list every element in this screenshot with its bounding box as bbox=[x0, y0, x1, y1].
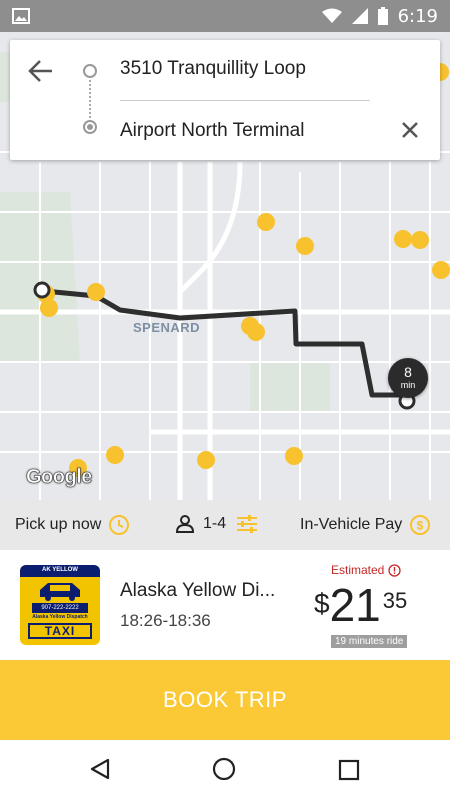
system-nav-bar bbox=[0, 740, 450, 800]
logo-top-text: AK YELLOW bbox=[42, 567, 78, 573]
close-icon[interactable] bbox=[398, 118, 422, 142]
info-icon bbox=[388, 563, 402, 577]
estimated-text: Estimated bbox=[331, 563, 385, 577]
price-cents: 35 bbox=[382, 588, 408, 613]
passenger-count: 1-4 bbox=[203, 515, 227, 532]
estimated-label[interactable]: Estimated bbox=[331, 563, 402, 577]
logo-phone: 907-222-2222 bbox=[32, 603, 88, 613]
google-attribution: Google bbox=[26, 466, 93, 489]
origin-dot-icon bbox=[83, 64, 97, 78]
status-time: 6:19 bbox=[397, 5, 438, 27]
fare-price: $ 21 35 bbox=[314, 582, 407, 628]
book-trip-button[interactable]: BOOK TRIP bbox=[0, 660, 450, 740]
nav-recents-icon[interactable] bbox=[338, 759, 360, 781]
payment-option[interactable]: In-Vehicle Pay $ bbox=[300, 514, 431, 536]
car-icon bbox=[40, 583, 80, 601]
status-bar: 6:19 bbox=[0, 0, 450, 32]
wifi-icon bbox=[321, 8, 342, 23]
passenger-option[interactable]: 1-4 bbox=[175, 514, 258, 534]
route-line bbox=[43, 288, 408, 401]
company-logo: AK YELLOW 907-222-2222 Alaska Yellow Dis… bbox=[20, 565, 100, 645]
person-icon bbox=[175, 515, 195, 533]
company-name: Alaska Yellow Di... bbox=[120, 580, 276, 601]
area-label: SPENARD bbox=[133, 320, 201, 335]
dollar-icon: $ bbox=[410, 515, 431, 535]
pickup-time-label: Pick up now bbox=[15, 516, 102, 533]
filter-icon bbox=[237, 515, 258, 533]
trip-options-bar: Pick up now 1-4 In-Vehicle Pay $ bbox=[0, 500, 450, 550]
price-whole: 21 bbox=[329, 579, 381, 631]
destination-dot-icon bbox=[83, 120, 97, 134]
payment-label: In-Vehicle Pay bbox=[300, 516, 403, 533]
eta-value: 8 bbox=[404, 364, 412, 380]
arrival-time-range: 18:26-18:36 bbox=[120, 611, 211, 630]
taxi-result-card[interactable]: AK YELLOW 907-222-2222 Alaska Yellow Dis… bbox=[0, 550, 450, 660]
origin-marker bbox=[33, 281, 51, 299]
image-icon bbox=[12, 8, 30, 24]
nav-back-icon[interactable] bbox=[88, 757, 112, 781]
divider bbox=[120, 100, 370, 101]
svg-text:$: $ bbox=[417, 519, 424, 533]
price-currency: $ bbox=[314, 588, 330, 619]
nav-home-icon[interactable] bbox=[212, 757, 236, 781]
ride-duration: 19 minutes ride bbox=[331, 635, 408, 648]
logo-taxi: TAXI bbox=[28, 623, 92, 639]
signal-icon bbox=[351, 8, 368, 24]
back-arrow-icon[interactable] bbox=[28, 58, 54, 84]
eta-badge: 8 min bbox=[388, 358, 428, 398]
logo-name: Alaska Yellow Dispatch bbox=[32, 614, 88, 620]
address-card: 3510 Tranquillity Loop Airport North Ter… bbox=[10, 40, 440, 160]
origin-field[interactable]: 3510 Tranquillity Loop bbox=[120, 58, 306, 80]
pickup-time-option[interactable]: Pick up now bbox=[15, 514, 130, 536]
eta-unit: min bbox=[400, 380, 416, 390]
route-connector bbox=[89, 80, 91, 122]
clock-icon bbox=[109, 515, 130, 535]
battery-icon bbox=[377, 7, 388, 25]
destination-field[interactable]: Airport North Terminal bbox=[120, 120, 304, 142]
